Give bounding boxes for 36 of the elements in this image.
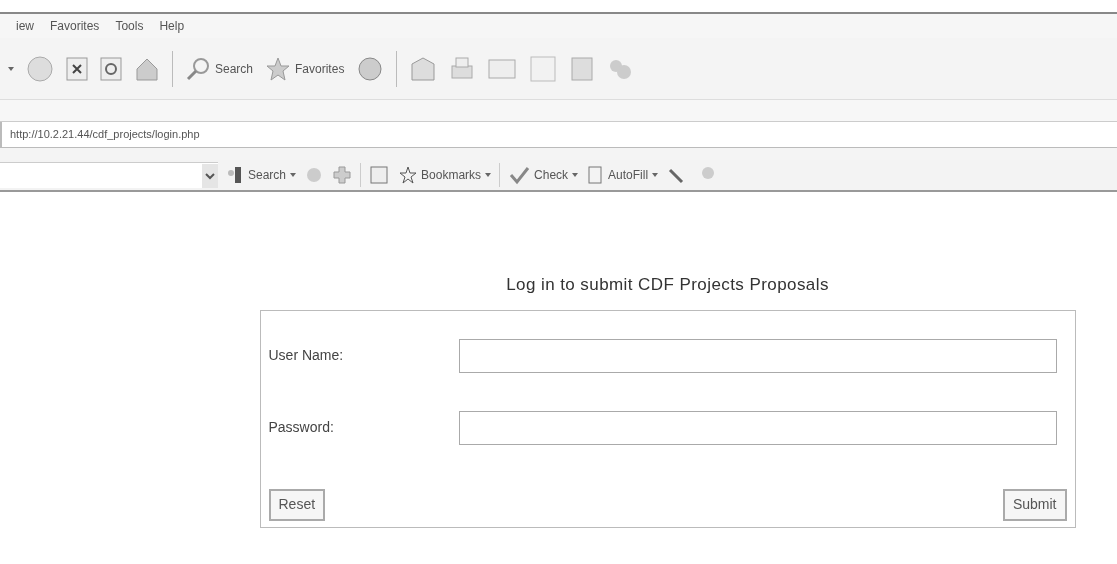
favorites-button[interactable]: Favorites: [265, 55, 345, 82]
checkmark-icon: [508, 165, 531, 185]
menu-item[interactable]: Help: [159, 17, 185, 35]
menu-item[interactable]: Tools: [115, 17, 144, 35]
star-icon: [399, 166, 418, 184]
form-title: Log in to submit CDF Projects Proposals: [506, 274, 829, 296]
caret-icon: [485, 173, 492, 177]
autofill-button[interactable]: AutoFill: [586, 165, 659, 185]
stop-icon[interactable]: [66, 56, 88, 81]
input-field[interactable]: [458, 338, 1057, 373]
bookmarks-button[interactable]: Bookmarks: [399, 166, 492, 184]
submit-button[interactable]: Submit: [1002, 488, 1067, 521]
dropdown-arrow-icon[interactable]: [8, 66, 14, 71]
plus-icon[interactable]: [332, 165, 353, 185]
form-icon: [586, 165, 605, 185]
caret-icon: [290, 173, 297, 177]
spellcheck-button[interactable]: Check: [508, 165, 579, 185]
caret-icon: [652, 173, 659, 177]
search-field[interactable]: [0, 162, 218, 188]
search-button[interactable]: Search: [185, 55, 254, 82]
page-icon[interactable]: [529, 54, 558, 83]
refresh-icon[interactable]: [100, 56, 122, 81]
field-label: Password:: [268, 418, 335, 437]
menu-item[interactable]: Favorites: [50, 17, 100, 35]
caret-icon: [572, 173, 579, 177]
url-text[interactable]: http://10.2.21.44/cdf_projects/login.php: [10, 126, 200, 143]
search-icon: [226, 165, 244, 185]
field-label: User Name:: [268, 346, 345, 365]
back-icon[interactable]: [26, 54, 54, 83]
star-icon: [265, 55, 292, 82]
search-icon: [185, 55, 211, 82]
printer-icon[interactable]: [449, 55, 476, 82]
menu-item[interactable]: iew: [16, 17, 34, 35]
search-button[interactable]: Search: [226, 165, 297, 185]
reset-button[interactable]: Reset: [268, 488, 326, 521]
input-field[interactable]: [458, 410, 1057, 445]
